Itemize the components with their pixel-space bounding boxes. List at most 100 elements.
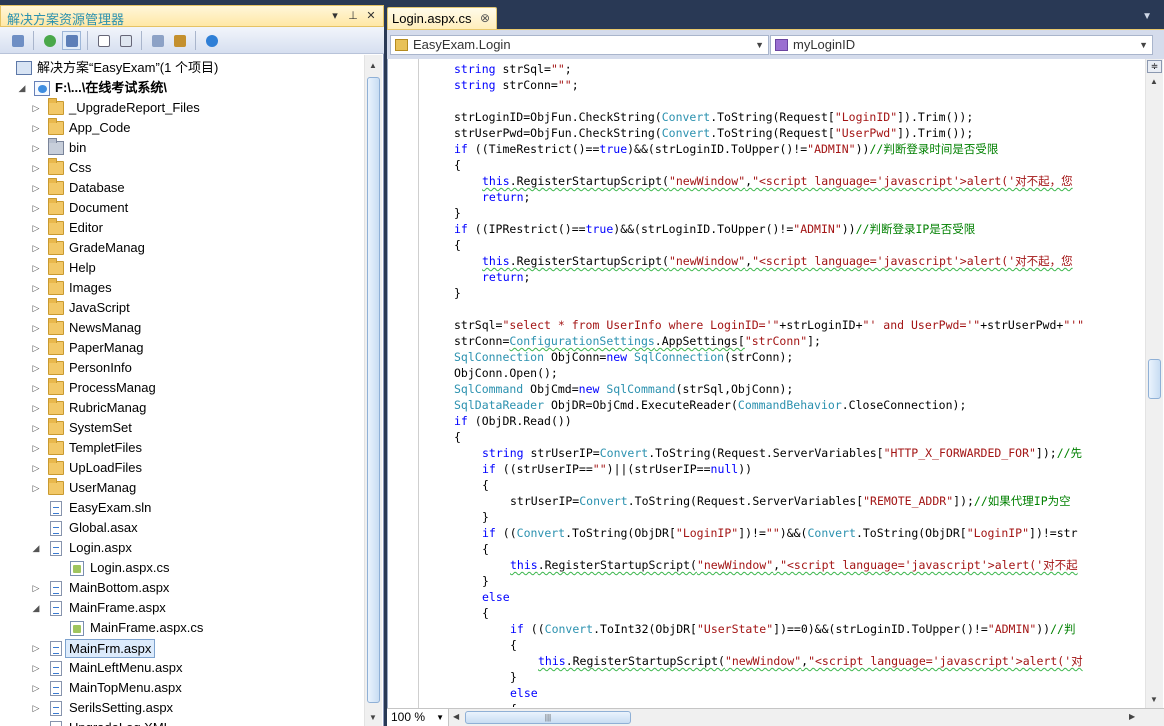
tree-item[interactable]: UpgradeLog.XML: [30, 718, 171, 726]
scroll-left-arrow-icon[interactable]: ◀: [453, 712, 459, 721]
expand-arrow-icon[interactable]: ▷: [30, 638, 42, 658]
expand-arrow-icon[interactable]: ▷: [30, 218, 42, 238]
tab-list-dropdown-icon[interactable]: ▼: [1142, 11, 1152, 22]
expand-arrow-icon[interactable]: ▷: [30, 398, 42, 418]
properties-button[interactable]: [8, 31, 27, 50]
solution-node[interactable]: 解决方案“EasyExam”(1 个项目): [16, 58, 218, 78]
member-dropdown[interactable]: myLoginID ▼: [770, 35, 1153, 55]
expand-arrow-icon[interactable]: ▷: [30, 158, 42, 178]
tree-item[interactable]: ▷ SystemSet: [30, 418, 132, 438]
expand-arrow-icon[interactable]: ▷: [30, 238, 42, 258]
expand-arrow-icon[interactable]: ▷: [30, 418, 42, 438]
scrollbar-thumb[interactable]: [1148, 359, 1161, 399]
tree-item[interactable]: ▷ RubricManag: [30, 398, 146, 418]
tree-item[interactable]: ▷ Editor: [30, 218, 103, 238]
close-panel-icon[interactable]: ✕: [363, 7, 379, 25]
tree-item[interactable]: ▷ bin: [30, 138, 86, 158]
class-dropdown[interactable]: EasyExam.Login ▼: [390, 35, 769, 55]
scroll-down-arrow-icon[interactable]: ▼: [1150, 695, 1158, 704]
tree-item[interactable]: Login.aspx.cs: [70, 558, 170, 578]
expand-arrow-icon[interactable]: ▷: [30, 438, 42, 458]
view-designer-button[interactable]: [116, 31, 135, 50]
tab-login-aspx-cs[interactable]: Login.aspx.cs ⊗: [387, 7, 497, 29]
tree-item[interactable]: ▷ Database: [30, 178, 125, 198]
expand-arrow-icon[interactable]: ▷: [30, 298, 42, 318]
tree-item[interactable]: ▷ PaperManag: [30, 338, 143, 358]
tree-item[interactable]: ▷ JavaScript: [30, 298, 130, 318]
editor-horizontal-scrollbar[interactable]: ◀ ||| ▶: [451, 709, 1144, 726]
expand-arrow-icon[interactable]: ▷: [30, 118, 42, 138]
expand-arrow-icon[interactable]: ▷: [30, 358, 42, 378]
expand-arrow-icon[interactable]: ▷: [30, 478, 42, 498]
project-node[interactable]: ◢ F:\...\在线考试系统\: [16, 78, 167, 98]
scroll-down-arrow-icon[interactable]: ▼: [369, 713, 377, 722]
tree-item[interactable]: ▷ Css: [30, 158, 91, 178]
solution-explorer-scrollbar[interactable]: ▲ ▼: [364, 55, 382, 726]
code-token: {: [454, 430, 461, 444]
expand-arrow-icon[interactable]: ▷: [30, 458, 42, 478]
editor-bottom-bar: 100 % ▼ ◀ ||| ▶: [387, 708, 1164, 726]
tree-item[interactable]: ▷ _UpgradeReport_Files: [30, 98, 200, 118]
tree-item[interactable]: ▷ SerilsSetting.aspx: [30, 698, 173, 718]
code-area[interactable]: string strSql=""; string strConn=""; strLo…: [387, 59, 1164, 708]
tree-item-label: Document: [69, 200, 129, 215]
tree-item[interactable]: ▷ NewsManag: [30, 318, 141, 338]
zoom-dropdown[interactable]: 100 % ▼: [387, 709, 449, 726]
expand-arrow-icon[interactable]: ▷: [30, 98, 42, 118]
tree-item[interactable]: ▷ MainTopMenu.aspx: [30, 678, 182, 698]
tree-item[interactable]: ▷ ProcessManag: [30, 378, 156, 398]
editor-vertical-scrollbar[interactable]: ≑ ▲ ▼: [1145, 59, 1163, 708]
aspnet-configuration-button[interactable]: [202, 31, 221, 50]
tree-item[interactable]: ◢ MainFrame.aspx: [30, 598, 166, 618]
collapse-arrow-icon[interactable]: ◢: [30, 538, 42, 558]
expand-arrow-icon[interactable]: ▷: [30, 698, 42, 718]
scrollbar-thumb[interactable]: [367, 77, 380, 703]
scrollbar-thumb[interactable]: |||: [465, 711, 631, 724]
tree-item[interactable]: Global.asax: [30, 518, 138, 538]
expand-arrow-icon[interactable]: ▷: [30, 678, 42, 698]
tree-item[interactable]: ▷ GradeManag: [30, 238, 145, 258]
copy-website-button[interactable]: [148, 31, 167, 50]
tree-item[interactable]: ▷ Document: [30, 198, 128, 218]
close-tab-icon[interactable]: ⊗: [480, 8, 490, 29]
window-position-dropdown-icon[interactable]: ▾: [327, 7, 343, 25]
auto-hide-pin-icon[interactable]: ⊥: [345, 7, 361, 25]
nest-related-files-button[interactable]: [62, 30, 81, 50]
expand-arrow-icon[interactable]: ▷: [30, 658, 42, 678]
tree-item[interactable]: ▷ UpLoadFiles: [30, 458, 142, 478]
view-code-button[interactable]: [94, 31, 113, 50]
expand-arrow-icon[interactable]: ▷: [30, 278, 42, 298]
nest-button[interactable]: [170, 31, 189, 50]
expand-arrow-icon[interactable]: ▷: [30, 198, 42, 218]
tree-item[interactable]: ▷ Help: [30, 258, 96, 278]
tree-item[interactable]: ▷ TempletFiles: [30, 438, 142, 458]
code-line: string strUserIP=Convert.ToString(Reques…: [482, 445, 1082, 461]
tree-item[interactable]: ◢ Login.aspx: [30, 538, 132, 558]
code-text[interactable]: string strSql=""; string strConn=""; strLo…: [454, 61, 1144, 707]
code-line: }: [482, 573, 489, 589]
tree-item[interactable]: ▷ PersonInfo: [30, 358, 132, 378]
expand-arrow-icon[interactable]: ▷: [30, 138, 42, 158]
tree-item[interactable]: ▷ Images: [30, 278, 112, 298]
tree-item[interactable]: ▷ MainBottom.aspx: [30, 578, 169, 598]
scroll-right-arrow-icon[interactable]: ▶: [1129, 712, 1135, 721]
collapse-arrow-icon[interactable]: ◢: [30, 598, 42, 618]
expand-arrow-icon[interactable]: ▷: [30, 178, 42, 198]
expand-arrow-icon[interactable]: ▷: [30, 578, 42, 598]
scroll-up-arrow-icon[interactable]: ▲: [369, 61, 377, 70]
scroll-up-arrow-icon[interactable]: ▲: [1150, 77, 1158, 86]
code-line: string strSql="";: [454, 61, 572, 77]
tree-item[interactable]: ▷ MainLeftMenu.aspx: [30, 658, 182, 678]
tree-item[interactable]: MainFrame.aspx.cs: [70, 618, 203, 638]
tree-item[interactable]: EasyExam.sln: [30, 498, 151, 518]
refresh-button[interactable]: [40, 31, 59, 50]
split-window-icon[interactable]: ≑: [1147, 60, 1162, 73]
collapse-arrow-icon[interactable]: ◢: [16, 78, 28, 98]
expand-arrow-icon[interactable]: ▷: [30, 318, 42, 338]
expand-arrow-icon[interactable]: ▷: [30, 258, 42, 278]
tree-item[interactable]: ▷ MainFrm.aspx: [30, 638, 156, 658]
tree-item[interactable]: ▷ UserManag: [30, 478, 136, 498]
expand-arrow-icon[interactable]: ▷: [30, 338, 42, 358]
tree-item[interactable]: ▷ App_Code: [30, 118, 130, 138]
expand-arrow-icon[interactable]: ▷: [30, 378, 42, 398]
